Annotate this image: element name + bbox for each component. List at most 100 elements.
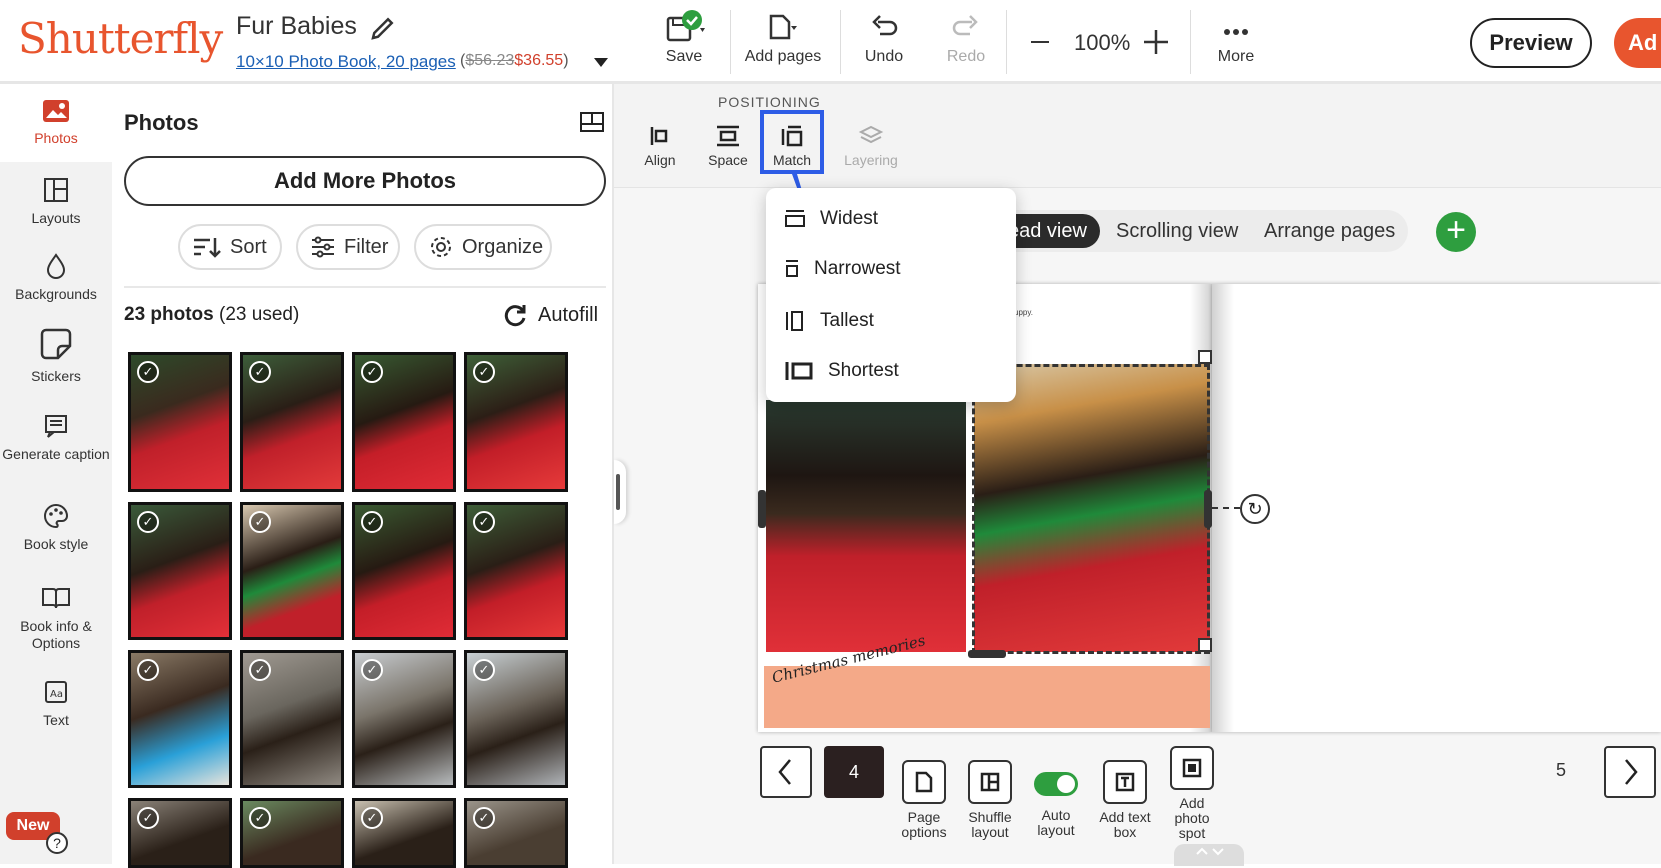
text-box-icon (1115, 772, 1135, 792)
refresh-icon (504, 305, 526, 327)
nav-item-photos[interactable]: Photos (0, 84, 112, 162)
photo-thumbnail[interactable]: ✓ (240, 798, 344, 868)
photo-thumbnail[interactable]: ✓ (240, 650, 344, 788)
resize-handle[interactable] (1198, 638, 1212, 652)
page-text-snippet[interactable]: uppy. (1014, 308, 1033, 317)
photo-thumbnail[interactable]: ✓ (240, 502, 344, 640)
add-text-box-button[interactable]: Add text box (1092, 760, 1158, 840)
add-more-photos-button[interactable]: Add More Photos (124, 156, 606, 206)
page-options-label: Page options (901, 809, 947, 840)
add-text-box-label: Add text box (1099, 809, 1151, 840)
resize-handle[interactable] (1198, 350, 1212, 364)
toolbar-divider (1006, 10, 1007, 74)
zoom-in-icon[interactable] (1142, 28, 1170, 56)
add-pages-label: Add pages (744, 48, 822, 65)
align-button[interactable]: Align (630, 124, 690, 168)
nav-item-generate-caption[interactable]: Generate caption (0, 412, 112, 463)
photo-thumbnail[interactable]: ✓ (464, 798, 568, 868)
match-shortest-option[interactable]: Shortest (784, 360, 899, 382)
organize-label: Organize (462, 236, 544, 258)
right-page[interactable] (1212, 284, 1661, 732)
check-icon: ✓ (361, 361, 383, 383)
chevron-down-icon[interactable] (594, 58, 608, 67)
filter-button[interactable]: Filter (296, 224, 400, 270)
help-icon[interactable]: ? (46, 832, 68, 854)
more-button[interactable]: More (1206, 10, 1266, 74)
shortest-label: Shortest (828, 360, 899, 381)
nav-item-stickers[interactable]: Stickers (0, 326, 112, 384)
photo-thumbnail[interactable]: ✓ (464, 502, 568, 640)
check-icon: ✓ (361, 807, 383, 829)
book-icon (42, 588, 70, 609)
side-handle[interactable] (1204, 490, 1212, 528)
collapse-toolbar-tab[interactable] (1174, 844, 1244, 866)
scrolling-view-tab[interactable]: Scrolling view (1116, 220, 1238, 243)
photo-thumbnail[interactable]: ✓ (128, 352, 232, 492)
space-button[interactable]: Space (698, 124, 758, 168)
nav-item-text[interactable]: Aa Text (0, 678, 112, 728)
autofill-button[interactable]: Autofill (502, 302, 598, 328)
zoom-out-icon[interactable] (1028, 30, 1052, 54)
sort-label: Sort (230, 236, 267, 258)
side-handle[interactable] (758, 490, 766, 528)
nav-item-backgrounds[interactable]: Backgrounds (0, 252, 112, 302)
product-link[interactable]: 10×10 Photo Book, 20 pages (236, 52, 456, 72)
rotate-connector (1212, 507, 1240, 509)
match-narrowest-option[interactable]: Narrowest (784, 258, 901, 280)
photo-spot-left[interactable] (766, 400, 966, 652)
arrange-pages-tab[interactable]: Arrange pages (1264, 220, 1395, 243)
match-tallest-option[interactable]: Tallest (784, 310, 874, 332)
rotate-icon[interactable]: ↻ (1240, 494, 1270, 524)
add-page-plus-button[interactable]: + (1436, 212, 1476, 252)
next-page-button[interactable] (1604, 746, 1656, 798)
photo-thumbnail[interactable]: ✓ (128, 502, 232, 640)
photo-thumbnail[interactable]: ✓ (128, 650, 232, 788)
space-icon (717, 125, 739, 147)
photo-thumbnail[interactable]: ✓ (128, 798, 232, 868)
photo-count-number: 23 photos (124, 304, 214, 325)
nav-item-layouts[interactable]: Layouts (0, 176, 112, 226)
layering-button[interactable]: Layering (836, 124, 906, 168)
preview-button[interactable]: Preview (1470, 18, 1592, 68)
photo-used: (23 used) (219, 304, 300, 325)
shuffle-layout-button[interactable]: Shuffle layout (960, 760, 1020, 840)
panel-collapse-handle[interactable] (614, 460, 626, 524)
auto-layout-toggle[interactable] (1034, 772, 1078, 796)
positioning-label: POSITIONING (718, 94, 821, 110)
photo-thumbnail[interactable]: ✓ (464, 650, 568, 788)
nav-item-book-style[interactable]: Book style (0, 502, 112, 552)
chevron-right-icon (1625, 759, 1638, 785)
shuffle-layout-icon (980, 772, 1000, 792)
pencil-icon[interactable] (368, 13, 398, 43)
nav-label: Text (43, 712, 69, 728)
add-pages-button[interactable]: Add pages (740, 10, 826, 74)
panel-toggle-icon[interactable] (580, 112, 604, 132)
check-icon: ✓ (361, 511, 383, 533)
photo-thumbnail[interactable]: ✓ (352, 650, 456, 788)
save-button[interactable]: Save (652, 10, 716, 74)
sort-button[interactable]: Sort (178, 224, 282, 270)
organize-button[interactable]: Organize (414, 224, 552, 270)
photo-thumbnail[interactable]: ✓ (352, 352, 456, 492)
bottom-handle[interactable] (968, 650, 1006, 658)
photo-thumbnail[interactable]: ✓ (352, 798, 456, 868)
svg-text:Aa: Aa (50, 689, 63, 700)
photo-thumbnail[interactable]: ✓ (352, 502, 456, 640)
match-widest-option[interactable]: Widest (784, 208, 878, 230)
undo-button[interactable]: Undo (854, 10, 914, 74)
add-photo-spot-button[interactable]: Add photo spot (1162, 746, 1222, 841)
add-to-cart-button[interactable]: Ad (1614, 18, 1661, 68)
page-options-button[interactable]: Page options (894, 760, 954, 840)
panel-title: Photos (124, 110, 199, 135)
project-title[interactable]: Fur Babies (236, 12, 357, 41)
previous-page-button[interactable] (760, 746, 812, 798)
redo-button[interactable]: Redo (936, 10, 996, 74)
tallest-icon (786, 311, 803, 331)
shutterfly-logo[interactable]: Shutterfly (18, 14, 223, 63)
sticker-icon (40, 328, 72, 360)
shortest-icon (785, 362, 813, 380)
photo-thumbnail[interactable]: ✓ (240, 352, 344, 492)
photo-thumbnail[interactable]: ✓ (464, 352, 568, 492)
nav-item-book-info[interactable]: Book info & Options (0, 584, 112, 652)
current-page-number[interactable]: 4 (824, 746, 884, 798)
